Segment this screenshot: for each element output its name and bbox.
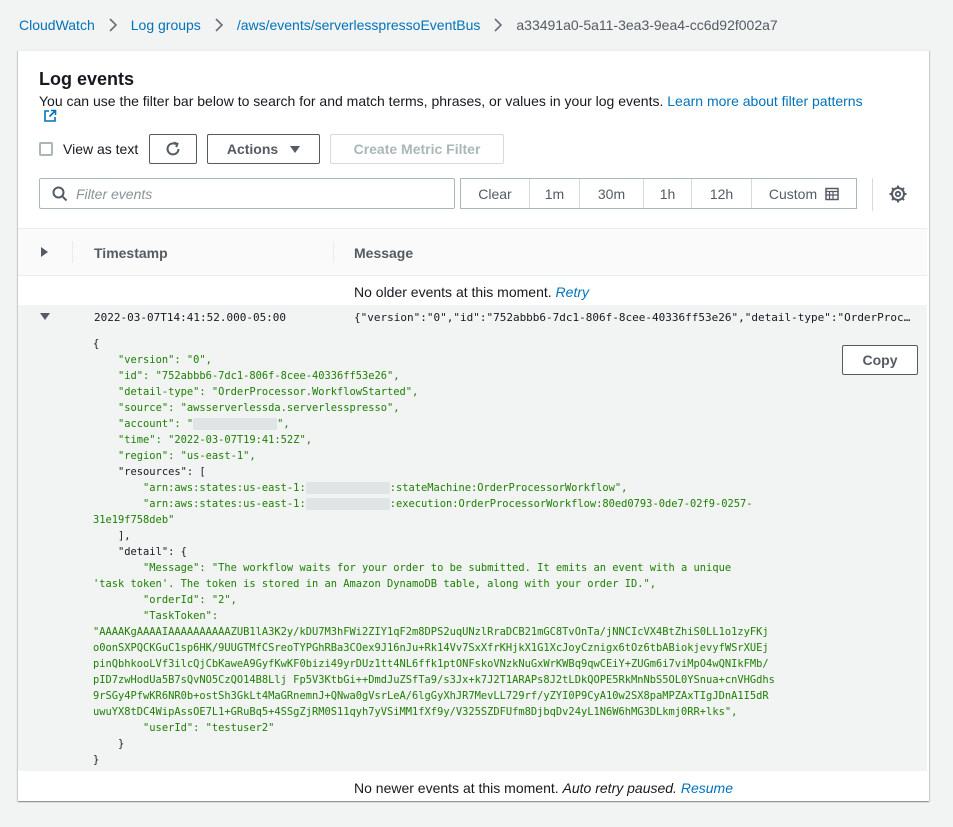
json-line: "detail": { (118, 546, 187, 558)
json-line: "arn:aws:states:us-east-1: (143, 498, 306, 510)
json-line: :stateMachine:OrderProcessorWorkflow", (389, 482, 628, 494)
event-json: { "version": "0", "id": "752abbb6-7dc1-8… (93, 336, 813, 768)
actions-button[interactable]: Actions (207, 134, 320, 164)
json-line: :execution:OrderProcessorWorkflow:80ed07… (389, 498, 753, 510)
panel-description: You can use the filter bar below to sear… (39, 92, 899, 110)
json-line: } (93, 754, 100, 766)
retry-link[interactable]: Retry (556, 284, 589, 300)
json-line: 9rSGy4PfwKR6NR0b+ostSh3GkLt4MaGRnemnJ+QN… (93, 690, 769, 702)
refresh-icon (166, 141, 180, 156)
json-line: "TaskToken": (143, 610, 219, 622)
refresh-button[interactable] (149, 134, 197, 164)
time-custom-label: Custom (768, 185, 818, 202)
json-line: "Message": "The workflow waits for your … (143, 562, 732, 574)
learn-more-link[interactable]: Learn more about filter patterns (667, 93, 862, 109)
json-line: "id": "752abbb6-7dc1-806f-8cee-40336ff53… (118, 370, 400, 382)
json-line: "account": " (118, 418, 194, 430)
copy-button[interactable]: Copy (842, 345, 918, 375)
breadcrumb-cloudwatch[interactable]: CloudWatch (19, 17, 95, 33)
json-line: "region": "us-east-1", (118, 450, 256, 462)
json-line: } (118, 738, 125, 750)
json-line: "userId": "testuser2" (143, 722, 275, 734)
time-1m-button[interactable]: 1m (530, 179, 580, 208)
no-newer-text: No newer events at this moment. (354, 780, 559, 796)
json-line: 31e19f758deb" (93, 514, 175, 526)
breadcrumb-current: a33491a0-5a11-3ea3-9ea4-cc6d92f002a7 (516, 17, 778, 33)
chevron-right-icon (108, 18, 118, 32)
column-divider (333, 241, 334, 263)
caret-down-icon (290, 145, 301, 153)
view-as-text-label: View as text (63, 141, 139, 157)
time-clear-button[interactable]: Clear (461, 179, 530, 208)
calendar-icon (825, 187, 839, 200)
json-line: "time": "2022-03-07T19:41:52Z", (118, 434, 312, 446)
json-line: "AAAAKgAAAAIAAAAAAAAAAZUB1lA3K2y/kDU7M3h… (93, 626, 769, 638)
column-timestamp[interactable]: Timestamp (94, 245, 168, 261)
time-30m-button[interactable]: 30m (580, 179, 644, 208)
json-line: 'task token'. The token is stored in an … (93, 578, 657, 590)
json-line: ", (277, 418, 290, 430)
no-older-events: No older events at this moment. Retry (354, 284, 589, 300)
json-line: { (93, 338, 100, 350)
time-1h-button[interactable]: 1h (644, 179, 692, 208)
redacted-account (305, 482, 390, 494)
collapse-row-icon[interactable] (40, 313, 50, 320)
create-metric-filter-button[interactable]: Create Metric Filter (330, 134, 504, 164)
no-newer-events: No newer events at this moment. Auto ret… (354, 780, 733, 796)
breadcrumb-log-group[interactable]: /aws/events/serverlesspressoEventBus (237, 17, 481, 33)
gear-icon[interactable] (888, 184, 908, 204)
event-timestamp: 2022-03-07T14:41:52.000-05:00 (94, 311, 287, 324)
resume-link[interactable]: Resume (681, 780, 733, 796)
time-range-selector: Clear 1m 30m 1h 12h Custom (460, 178, 857, 209)
time-12h-button[interactable]: 12h (692, 179, 752, 208)
filter-events-field[interactable] (39, 178, 455, 209)
log-events-panel: Log events You can use the filter bar be… (18, 50, 929, 801)
search-icon (52, 186, 68, 201)
json-line: uwuYX8tDC4WipAssOE7L1+GRuBq5+4SSgZjRM0S1… (93, 706, 738, 718)
expand-all-icon[interactable] (41, 247, 48, 257)
view-as-text-checkbox[interactable] (39, 142, 53, 156)
redacted-account (193, 418, 278, 430)
breadcrumb-log-groups[interactable]: Log groups (131, 17, 201, 33)
json-line: "source": "awsserverlessda.serverlesspre… (118, 402, 400, 414)
event-message: {"version":"0","id":"752abbb6-7dc1-806f-… (354, 311, 914, 324)
external-link-icon[interactable] (43, 109, 57, 123)
json-line: "version": "0", (118, 354, 212, 366)
json-line: pID7zwHodUa5B7sQvNO5CzQO14B8Llj Fp5V3Ktb… (93, 674, 775, 686)
json-line: o0onSXPQCKGuC1sp6HK/9UUGTMfCSreoTYPGhRBa… (93, 642, 769, 654)
column-divider (72, 241, 73, 263)
table-row: 2022-03-07T14:41:52.000-05:00 {"version"… (18, 305, 927, 771)
page-title: Log events (39, 69, 135, 89)
redacted-account (305, 498, 390, 510)
json-line: ], (118, 530, 131, 542)
description-text: You can use the filter bar below to sear… (39, 93, 664, 109)
json-line: pinQbhkooLVf3ilcQjCbKaweA9GyfKwKF0bizi49… (93, 658, 769, 670)
table-header: Timestamp Message (18, 228, 927, 276)
column-message[interactable]: Message (354, 245, 413, 261)
actions-label: Actions (226, 141, 279, 157)
time-custom-button[interactable]: Custom (752, 179, 856, 208)
json-line: "arn:aws:states:us-east-1: (143, 482, 306, 494)
toolbar-divider (872, 178, 873, 211)
json-line: "detail-type": "OrderProcessor.WorkflowS… (118, 386, 419, 398)
auto-retry-text: Auto retry paused. (562, 780, 677, 796)
chevron-right-icon (214, 18, 224, 32)
filter-events-input[interactable] (76, 185, 436, 202)
view-as-text-toggle[interactable]: View as text (39, 134, 138, 164)
no-older-text: No older events at this moment. (354, 284, 552, 300)
json-line: "orderId": "2", (143, 594, 237, 606)
breadcrumb: CloudWatch Log groups /aws/events/server… (19, 15, 778, 35)
json-line: "resources": [ (118, 466, 206, 478)
chevron-right-icon (493, 18, 503, 32)
